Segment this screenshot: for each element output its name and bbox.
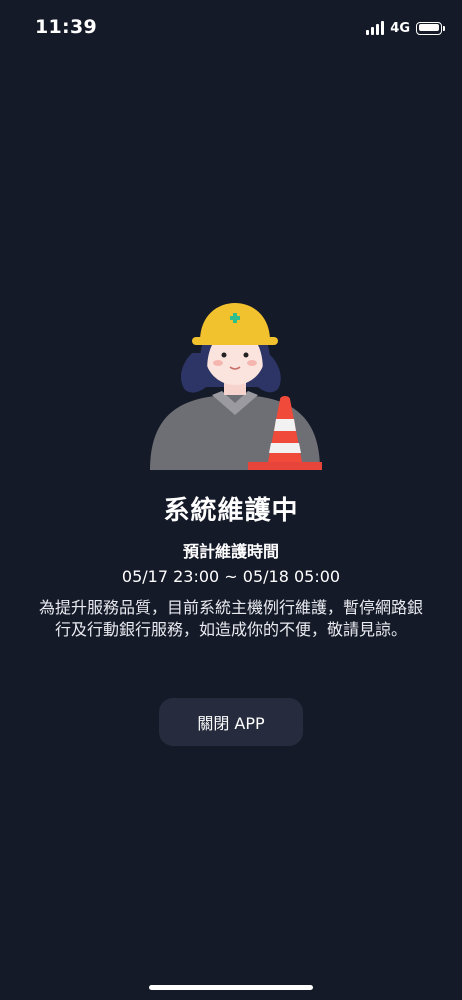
maintenance-time-range: 05/17 23:00 ~ 05/18 05:00 [121, 567, 341, 586]
status-indicators: 4G [366, 19, 445, 37]
battery-icon [416, 21, 445, 35]
signal-bars-icon [366, 21, 385, 35]
status-bar: 11:39 4G [0, 0, 462, 56]
maintenance-subtitle: 預計維護時間 [182, 542, 279, 561]
close-app-button[interactable]: 關閉 APP [159, 698, 303, 746]
maintenance-message: 為提升服務品質，目前系統主機例行維護，暫停網路銀行及行動銀行服務，如造成你的不便… [38, 598, 423, 639]
home-indicator[interactable] [149, 985, 313, 990]
maintenance-worker-illustration [150, 303, 322, 470]
status-time: 11:39 [35, 16, 97, 38]
maintenance-title: 系統維護中 [163, 496, 299, 526]
network-type: 4G [390, 20, 410, 36]
